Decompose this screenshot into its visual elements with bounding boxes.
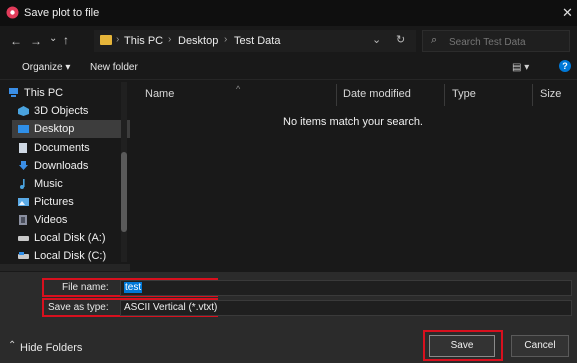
organize-button[interactable]: Organize ▾ [22,62,70,73]
toolbar [0,56,577,80]
sidebar-item-label: Pictures [34,196,74,208]
search-box[interactable]: ⌕ [422,30,570,52]
title-bar: Save plot to file ✕ [0,0,577,26]
download-icon [19,161,28,170]
window-title: Save plot to file [24,7,100,19]
column-divider[interactable] [444,84,445,106]
sidebar-item-documents[interactable]: Documents [18,139,130,157]
chevron-up-icon[interactable]: ⌃ [8,340,16,351]
save-as-type-select[interactable]: ASCII Vertical (*.vtxt) [120,300,572,316]
breadcrumb-separator: › [116,34,120,45]
sidebar-item-3d-objects[interactable]: 3D Objects [18,102,130,120]
address-dropdown-icon[interactable]: ⌄ [372,33,381,46]
recent-locations-icon[interactable]: ⌄ [49,33,57,44]
refresh-icon[interactable]: ↻ [396,33,405,46]
back-icon[interactable]: ← [10,34,22,48]
address-bar[interactable]: › This PC › Desktop › Test Data ⌄ ↻ [94,30,416,52]
new-folder-button[interactable]: New folder [90,62,138,73]
file-list [131,80,577,268]
app-icon [6,6,19,19]
search-input[interactable] [447,33,569,51]
save-as-type-value: ASCII Vertical (*.vtxt) [124,302,218,313]
pc-icon [9,88,18,97]
sidebar-item-pictures[interactable]: Pictures [18,193,130,211]
column-header-type[interactable]: Type [452,88,476,100]
sidebar-item-label: 3D Objects [34,105,89,117]
disk-icon [18,236,29,241]
sort-chevron-icon: ^ [236,84,241,94]
file-name-label: File name: [62,282,109,293]
sidebar-item-desktop[interactable]: Desktop [12,120,130,138]
save-as-type-label: Save as type: [48,302,109,313]
column-header-date-modified[interactable]: Date modified [343,88,411,100]
document-icon [19,143,27,153]
breadcrumb-test-data[interactable]: Test Data [234,35,280,47]
sidebar-item-local-disk-a[interactable]: Local Disk (A:) [18,229,130,247]
file-name-value: test [124,282,143,293]
save-button[interactable]: Save [429,335,495,357]
forward-icon[interactable]: → [30,34,42,48]
folder-icon [100,35,112,45]
up-icon[interactable]: ↑ [63,33,69,47]
sidebar-item-label: Desktop [34,123,75,135]
column-header-name[interactable]: Name [145,88,174,100]
scrollbar-thumb[interactable] [121,152,127,232]
sidebar-item-videos[interactable]: Videos [18,211,130,229]
video-icon [19,215,27,225]
column-divider[interactable] [532,84,533,106]
sidebar-item-downloads[interactable]: Downloads [18,157,130,175]
sidebar-item-local-disk-c[interactable]: Local Disk (C:) [18,247,130,265]
sidebar-item-label: Music [34,178,63,190]
search-icon: ⌕ [431,34,438,46]
sidebar-item-this-pc[interactable]: This PC [9,84,122,102]
view-options-button[interactable]: ▤ ▾ [512,62,529,73]
sidebar-item-label: Local Disk (C:) [34,250,107,262]
sidebar-item-label: Local Disk (A:) [34,232,106,244]
sidebar-scrollbar[interactable] [121,82,127,262]
disk-icon [18,252,29,259]
sidebar-item-label: This PC [24,87,64,99]
sidebar-item-music[interactable]: Music [18,175,130,193]
hide-folders-button[interactable]: Hide Folders [20,342,82,354]
close-icon[interactable]: ✕ [562,5,573,21]
cancel-button[interactable]: Cancel [511,335,569,357]
sidebar-item-label: Downloads [34,160,89,172]
help-icon[interactable]: ? [559,60,571,72]
breadcrumb-desktop[interactable]: Desktop [178,35,218,47]
music-icon [20,179,25,189]
column-header-size[interactable]: Size [540,88,561,100]
desktop-icon [18,125,29,133]
horizontal-scrollbar[interactable] [0,264,130,271]
breadcrumb-this-pc[interactable]: This PC [124,35,163,47]
column-divider[interactable] [336,84,337,106]
sidebar-item-label: Videos [34,214,68,226]
breadcrumb-separator: › [168,34,172,45]
empty-message: No items match your search. [283,116,423,128]
picture-icon [18,198,29,206]
file-name-input[interactable]: test [120,280,572,296]
sidebar-item-label: Documents [34,142,90,154]
cube-icon [18,106,29,116]
breadcrumb-separator: › [224,34,228,45]
